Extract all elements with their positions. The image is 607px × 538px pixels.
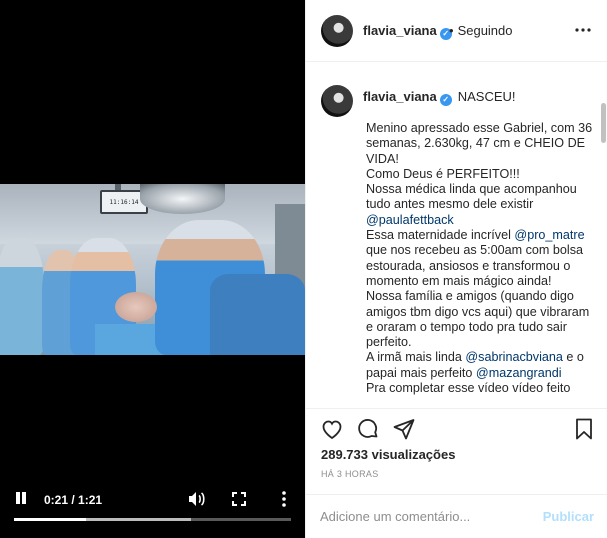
- mention-link[interactable]: @mazangrandi: [476, 366, 562, 380]
- more-options-icon-svg: [282, 491, 286, 507]
- video-scene-clock-text: 11:16:14: [109, 198, 139, 206]
- pause-icon[interactable]: [14, 492, 28, 506]
- video-scene-person: [210, 274, 305, 355]
- avatar[interactable]: [321, 15, 353, 47]
- post-side-panel: flavia_viana ✓ • Seguindo flavia_viana ✓ NAS…: [305, 0, 607, 538]
- follow-status-label[interactable]: Seguindo: [458, 23, 513, 38]
- fullscreen-icon-svg: [232, 492, 246, 506]
- post-header: flavia_viana ✓ • Seguindo: [306, 0, 607, 62]
- video-scene-baby: [115, 292, 157, 322]
- video-player[interactable]: 11:16:14 0:21 / 1:21: [0, 0, 305, 538]
- heart-icon-svg: [322, 420, 342, 440]
- view-count[interactable]: 289.733 visualizações: [321, 447, 455, 462]
- bookmark-icon-svg: [576, 418, 592, 440]
- caption-segment: Essa maternidade incrível: [366, 228, 511, 243]
- caption-segment: Menino apressado esse Gabriel, com 36 se…: [366, 121, 593, 212]
- mention-link[interactable]: @pro_matre: [514, 228, 584, 242]
- more-options-icon[interactable]: [276, 490, 292, 508]
- caption-segment: Pra completar esse vídeo vídeo feito: [366, 381, 571, 396]
- verified-badge-icon: ✓: [439, 94, 452, 106]
- post-options-icon[interactable]: [574, 22, 592, 38]
- caption-area: flavia_viana ✓ NASCEU! Menino apressado es…: [306, 63, 607, 408]
- video-scene-surgical-lamp: [140, 184, 225, 214]
- header-username-text[interactable]: flavia_viana: [363, 23, 437, 38]
- video-time-readout: 0:21 / 1:21: [44, 493, 103, 507]
- mention-link[interactable]: @paulafettback: [366, 213, 454, 227]
- bookmark-icon[interactable]: [572, 417, 596, 441]
- video-played-fill: [14, 518, 87, 521]
- post-options-icon-svg: [575, 28, 591, 32]
- fullscreen-icon[interactable]: [231, 491, 247, 507]
- post-actions: 289.733 visualizações HÁ 3 HORAS: [306, 408, 607, 494]
- caption-username[interactable]: flavia_viana: [363, 89, 437, 104]
- comment-icon-svg: [358, 419, 378, 438]
- caption-scrollbar-thumb[interactable]: [601, 103, 606, 143]
- comment-icon[interactable]: [356, 417, 380, 441]
- mention-link[interactable]: @sabrinacbviana: [465, 350, 563, 364]
- volume-icon[interactable]: [188, 491, 206, 507]
- follow-status[interactable]: • Seguindo: [449, 23, 513, 38]
- video-scene-person: [0, 238, 44, 355]
- header-username[interactable]: flavia_viana ✓: [363, 23, 452, 40]
- video-controls: 0:21 / 1:21: [0, 480, 305, 538]
- caption-scrollbar[interactable]: [600, 103, 606, 408]
- comment-input[interactable]: [320, 505, 530, 527]
- share-icon-svg: [393, 419, 415, 440]
- video-controls-row: 0:21 / 1:21: [0, 486, 305, 510]
- caption-segment: que nos recebeu as 5:00am com bolsa esto…: [366, 243, 590, 365]
- video-progress-bar[interactable]: [14, 518, 291, 521]
- comment-bar: Publicar: [306, 494, 607, 538]
- caption-first-line: NASCEU!: [457, 89, 516, 104]
- publish-button[interactable]: Publicar: [543, 509, 594, 524]
- share-icon[interactable]: [392, 417, 416, 441]
- caption-header: flavia_viana ✓ NASCEU!: [363, 89, 516, 106]
- avatar[interactable]: [321, 85, 353, 117]
- volume-icon-svg: [189, 492, 205, 506]
- post-timestamp[interactable]: HÁ 3 HORAS: [321, 469, 379, 479]
- video-frame[interactable]: 11:16:14: [0, 184, 305, 355]
- heart-icon[interactable]: [320, 417, 344, 441]
- separator-dot: •: [449, 23, 454, 38]
- caption-text: Menino apressado esse Gabriel, com 36 se…: [366, 121, 598, 396]
